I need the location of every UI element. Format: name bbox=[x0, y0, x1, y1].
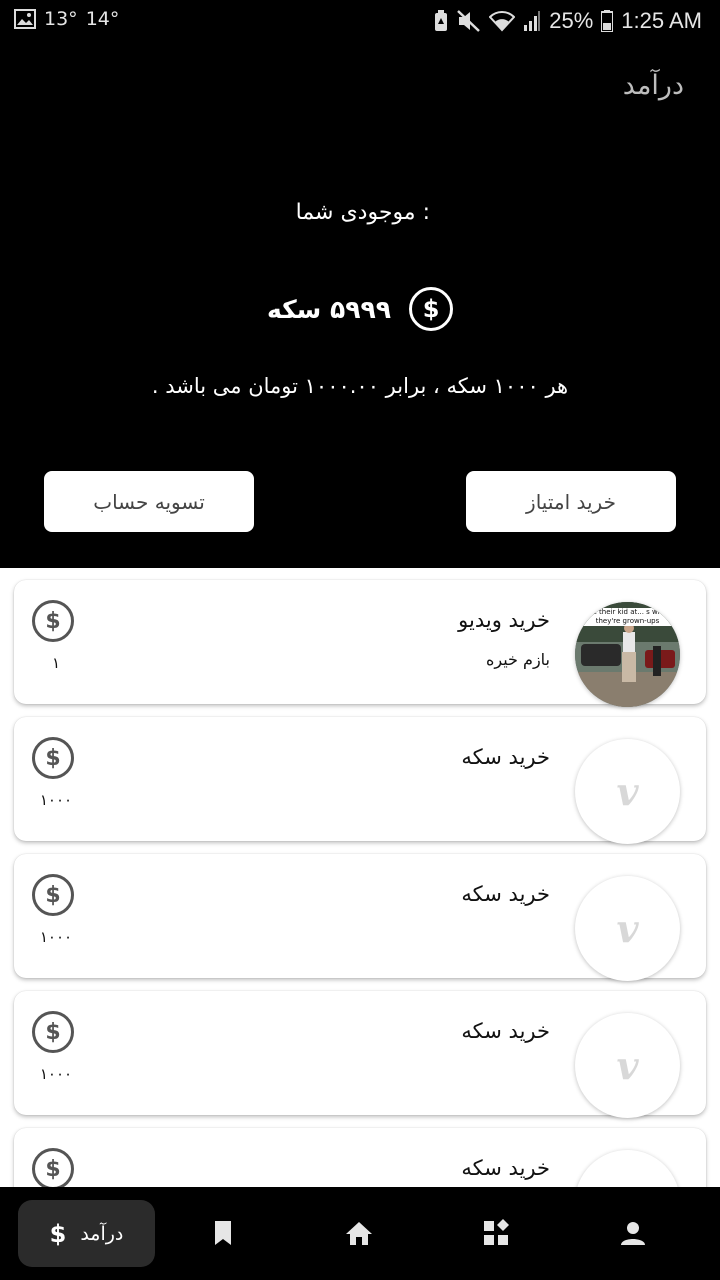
page-title: درآمد bbox=[622, 70, 684, 101]
buy-points-button[interactable]: خرید امتیاز bbox=[466, 471, 676, 532]
bookmark-icon[interactable] bbox=[209, 1219, 237, 1247]
nav-income-label: درآمد bbox=[80, 1222, 124, 1245]
status-left: 13° 14° bbox=[14, 8, 119, 30]
transaction-list[interactable]: ave their kid at... s when they're grown… bbox=[0, 568, 720, 1187]
transaction-card[interactable]: v خرید سکه $ ۱۰۰۰ bbox=[14, 717, 706, 844]
profile-icon[interactable] bbox=[619, 1219, 647, 1247]
transaction-amount: ۱ bbox=[51, 654, 61, 672]
transaction-card[interactable]: ave their kid at... s when they're grown… bbox=[14, 580, 706, 707]
apps-icon[interactable] bbox=[482, 1219, 510, 1247]
dollar-coin-icon: $ bbox=[32, 1011, 74, 1053]
battery-percent: 25% bbox=[549, 8, 594, 33]
bottom-nav: درآمد $ bbox=[0, 1187, 720, 1280]
app-logo-icon: v bbox=[616, 1180, 638, 1187]
transaction-title: خرید سکه bbox=[461, 745, 550, 769]
transaction-amount: ۱۰۰۰ bbox=[39, 1065, 73, 1083]
temperature-2: 14° bbox=[85, 8, 120, 30]
image-icon bbox=[14, 9, 36, 29]
transaction-title: خرید ویدیو bbox=[458, 608, 550, 632]
balance-row: $ ۵۹۹۹ سکه bbox=[0, 287, 720, 331]
dollar-coin-icon: $ bbox=[32, 737, 74, 779]
app-logo-icon: v bbox=[616, 1043, 639, 1088]
app-logo-thumbnail: v bbox=[575, 1150, 680, 1187]
exchange-rate-text: هر ۱۰۰۰ سکه ، برابر ۱۰۰۰.۰۰ تومان می باش… bbox=[151, 374, 569, 398]
transaction-title: خرید سکه bbox=[461, 882, 550, 906]
transaction-card[interactable]: v خرید سکه $ bbox=[14, 1128, 706, 1187]
dollar-coin-icon: $ bbox=[32, 600, 74, 642]
balance-value: ۵۹۹۹ سکه bbox=[266, 294, 392, 324]
clock: 1:25 AM bbox=[621, 8, 702, 33]
wallet-header: درآمد موجودی شما : $ ۵۹۹۹ سکه هر ۱۰۰۰ سک… bbox=[0, 44, 720, 568]
dollar-coin-icon: $ bbox=[409, 287, 454, 331]
mute-icon bbox=[457, 10, 481, 32]
transaction-amount: ۱۰۰۰ bbox=[39, 791, 73, 809]
video-thumbnail-image: ave their kid at... s when they're grown… bbox=[575, 602, 680, 707]
settle-account-button[interactable]: تسویه حساب bbox=[44, 471, 254, 532]
status-bar: 13° 14° 25% 1:25 AM bbox=[0, 0, 720, 44]
app-logo-thumbnail: v bbox=[575, 1013, 680, 1118]
transaction-subtitle: بازم خیره bbox=[486, 650, 550, 669]
dollar-icon: $ bbox=[49, 1219, 67, 1248]
transaction-title: خرید سکه bbox=[461, 1156, 550, 1180]
app-logo-icon: v bbox=[616, 769, 639, 814]
status-right: 25% 1:25 AM bbox=[433, 8, 702, 34]
dollar-coin-icon: $ bbox=[32, 874, 74, 916]
transaction-amount: ۱۰۰۰ bbox=[39, 928, 73, 946]
transaction-card[interactable]: v خرید سکه $ ۱۰۰۰ bbox=[14, 854, 706, 981]
home-icon[interactable] bbox=[345, 1219, 373, 1247]
video-caption: ave their kid at... s when they're grown… bbox=[575, 608, 680, 626]
signal-icon bbox=[523, 11, 541, 31]
wifi-icon bbox=[489, 10, 516, 32]
transaction-title: خرید سکه bbox=[461, 1019, 550, 1043]
app-logo-thumbnail: v bbox=[575, 739, 680, 844]
app-logo-thumbnail: v bbox=[575, 876, 680, 981]
dollar-coin-icon: $ bbox=[32, 1148, 74, 1187]
temperature-1: 13° bbox=[44, 8, 78, 30]
app-logo-icon: v bbox=[616, 906, 639, 951]
nav-item-income[interactable]: درآمد $ bbox=[18, 1200, 155, 1267]
balance-label: موجودی شما : bbox=[295, 200, 430, 225]
battery-icon bbox=[601, 10, 614, 32]
video-thumbnail: ave their kid at... s when they're grown… bbox=[575, 602, 680, 707]
transaction-card[interactable]: v خرید سکه $ ۱۰۰۰ bbox=[14, 991, 706, 1118]
battery-saver-icon bbox=[433, 10, 449, 32]
